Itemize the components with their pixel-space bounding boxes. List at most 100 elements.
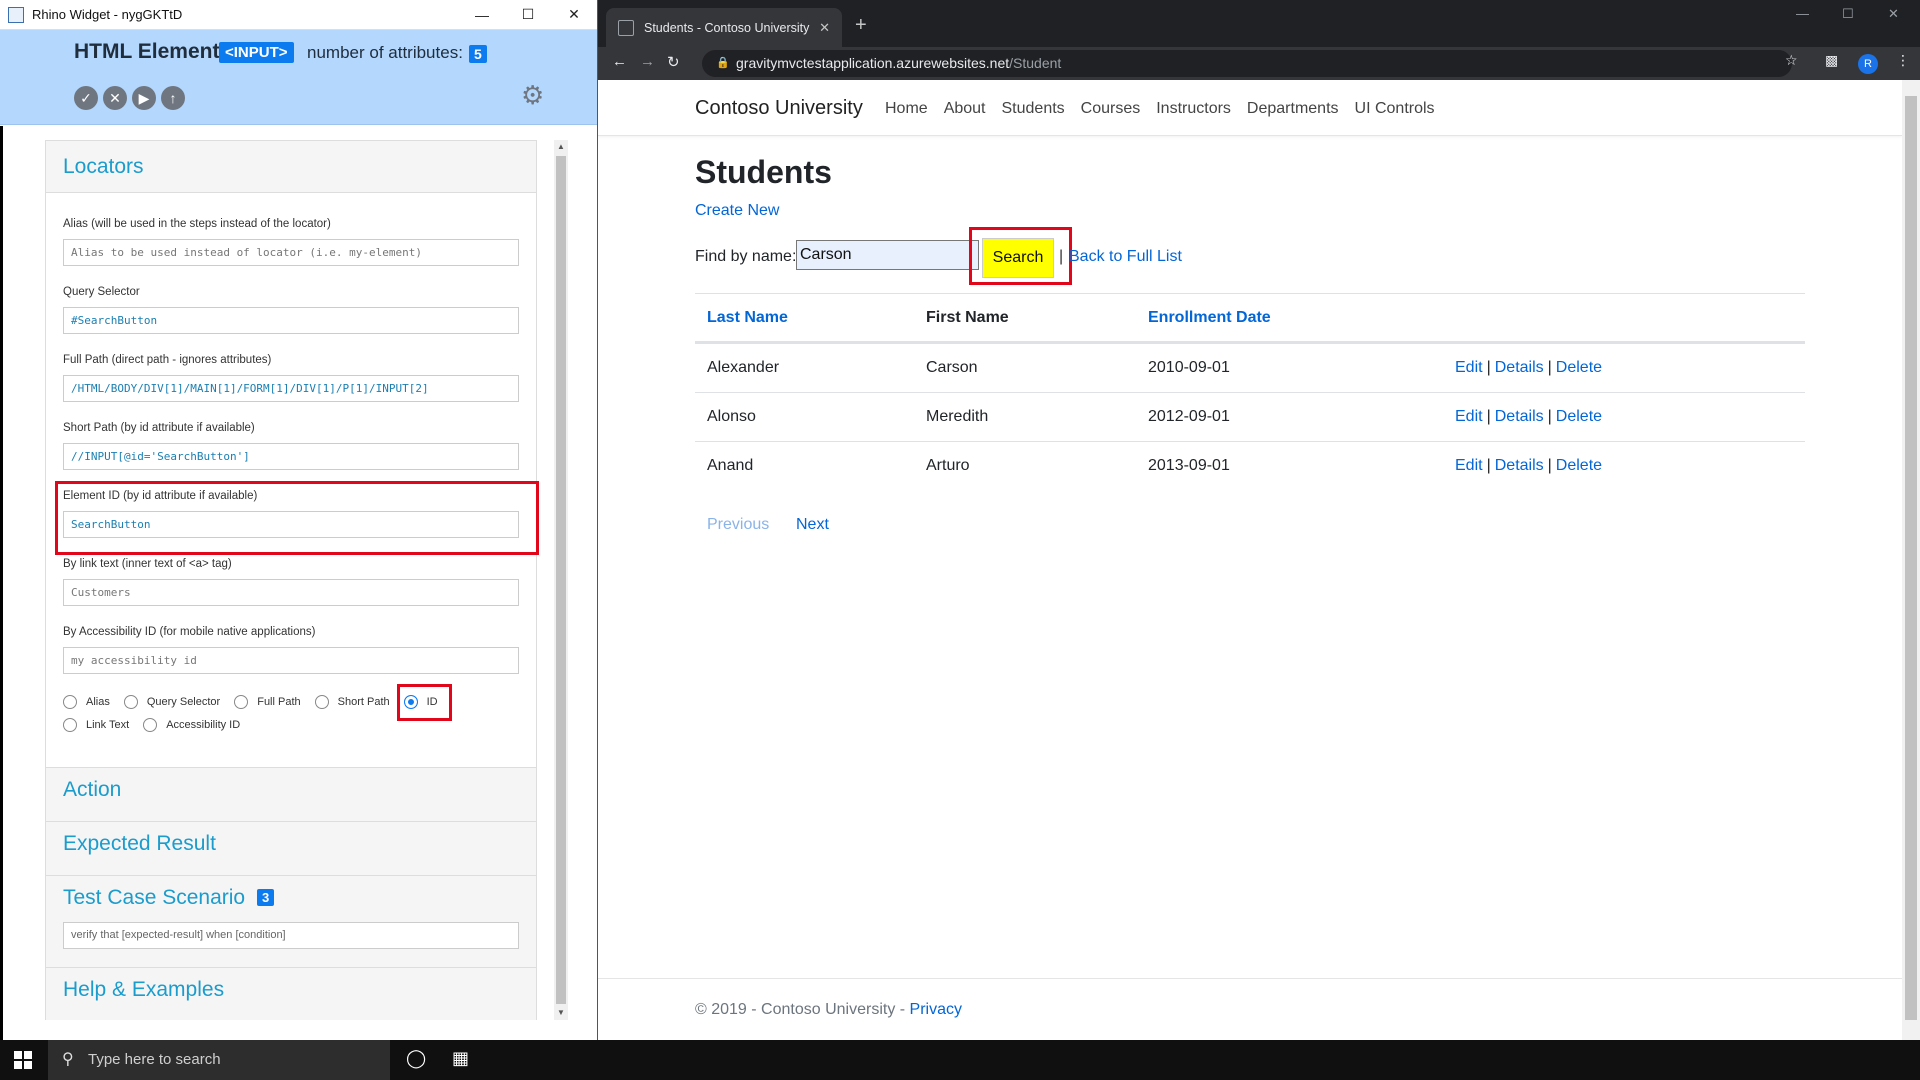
privacy-link[interactable]: Privacy [910,1001,962,1018]
browser-maximize-icon[interactable]: ☐ [1842,6,1854,22]
details-link[interactable]: Details [1495,359,1544,376]
back-icon[interactable]: ← [612,53,627,70]
tab-students[interactable]: Students - Contoso University ✕ [606,8,842,47]
edit-link[interactable]: Edit [1455,359,1483,376]
nav-departments[interactable]: Departments [1247,100,1339,118]
gears-icon[interactable]: ⚙ [521,80,544,111]
nav-courses[interactable]: Courses [1081,100,1141,118]
radio-query-selector[interactable]: Query Selector [123,695,220,709]
radio-short-path[interactable]: Short Path [314,695,390,709]
rhino-scrollbar[interactable]: ▲ ▼ [554,140,568,1020]
radio-full-path[interactable]: Full Path [234,695,301,709]
site-footer: © 2019 - Contoso University - Privacy [598,978,1902,1040]
close-window-icon[interactable]: ✕ [551,0,597,30]
radio-link-text[interactable]: Link Text [63,718,129,732]
query-selector-label: Query Selector [63,286,140,298]
page-scrollbar[interactable] [1902,80,1920,1040]
edit-link[interactable]: Edit [1455,457,1483,474]
alias-input[interactable]: Alias to be used instead of locator (i.e… [63,239,519,266]
reload-icon[interactable]: ↻ [667,53,680,71]
play-icon[interactable]: ▶ [132,86,156,110]
previous-page-link[interactable]: Previous [707,516,769,534]
delete-link[interactable]: Delete [1556,457,1602,474]
edit-link[interactable]: Edit [1455,408,1483,425]
upload-icon[interactable]: ↑ [161,86,185,110]
taskbar-search-placeholder: Type here to search [88,1051,221,1068]
expected-result-section[interactable]: Expected Result [46,821,536,875]
next-page-link[interactable]: Next [796,516,829,534]
scroll-thumb[interactable] [556,156,566,1004]
radio-alias[interactable]: Alias [63,695,110,709]
page-title: Students [695,154,832,190]
new-tab-icon[interactable]: + [855,14,867,37]
site-brand[interactable]: Contoso University [695,97,863,120]
radio-dot [234,695,249,709]
nav-about[interactable]: About [944,100,986,118]
browser-minimize-icon[interactable]: — [1796,6,1809,21]
pipe: | [1547,408,1552,425]
task-view-icon[interactable]: ▦ [452,1048,469,1069]
profile-avatar[interactable]: R [1858,54,1878,74]
radio-dot [63,695,77,709]
cortana-icon[interactable]: ◯ [406,1048,426,1069]
pipe: | [1547,457,1552,474]
scenario-input[interactable]: verify that [expected-result] when [cond… [63,922,519,949]
windows-start-icon[interactable] [14,1051,32,1069]
page-scroll-thumb[interactable] [1905,96,1917,1020]
check-icon[interactable]: ✓ [74,86,98,110]
delete-link[interactable]: Delete [1556,408,1602,425]
element-id-label: Element ID (by id attribute if available… [63,490,258,502]
search-string-input[interactable]: Carson [796,240,979,270]
full-path-input[interactable]: /HTML/BODY/DIV[1]/MAIN[1]/FORM[1]/DIV[1]… [63,375,519,402]
help-section[interactable]: Help & Examples [46,967,536,1020]
windows-taskbar: ⚲ Type here to search ◯ ▦ [0,1040,1920,1080]
element-id-input[interactable]: SearchButton [63,511,519,538]
browser-toolbar: ← → ↻ 🔒 gravitymvctestapplication.azurew… [598,47,1920,80]
close-icon[interactable]: ✕ [103,86,127,110]
pipe: | [1547,359,1552,376]
nav-students[interactable]: Students [1002,100,1065,118]
tab-close-icon[interactable]: ✕ [819,20,830,36]
action-section[interactable]: Action [46,767,536,821]
enrollment-date-header[interactable]: Enrollment Date [1148,309,1271,327]
students-table: Last Name First Name Enrollment Date Ale… [695,293,1805,490]
forward-icon[interactable]: → [640,53,655,70]
first-name-cell: Meredith [926,408,989,425]
lock-icon: 🔒 [716,57,730,69]
row-actions: Edit | Details | Delete [1455,359,1602,377]
accessibility-id-input[interactable]: my accessibility id [63,647,519,674]
taskbar-search-box[interactable]: ⚲ Type here to search [48,1040,390,1080]
alias-label: Alias (will be used in the steps instead… [63,218,331,230]
nav-home[interactable]: Home [885,100,928,118]
last-name-header[interactable]: Last Name [707,309,788,327]
extensions-icon[interactable]: ▩ [1825,52,1838,69]
test-case-scenario-section[interactable]: Test Case Scenario 3 verify that [expect… [46,875,536,967]
radio-dot [63,718,77,732]
query-selector-input[interactable]: #SearchButton [63,307,519,334]
footer-text: © 2019 - Contoso University - Privacy [695,1001,962,1019]
scroll-down-icon[interactable]: ▼ [554,1006,568,1020]
delete-link[interactable]: Delete [1556,359,1602,376]
tab-title: Students - Contoso University [644,20,810,35]
minimize-icon[interactable]: — [459,0,505,30]
address-bar[interactable]: 🔒 gravitymvctestapplication.azurewebsite… [702,50,1792,77]
details-link[interactable]: Details [1495,408,1544,425]
back-to-full-list-link[interactable]: Back to Full List [1069,248,1182,266]
nav-instructors[interactable]: Instructors [1156,100,1231,118]
nav-ui-controls[interactable]: UI Controls [1355,100,1435,118]
help-title: Help & Examples [63,978,225,1001]
menu-kebab-icon[interactable]: ⋮ [1896,52,1910,69]
create-new-link[interactable]: Create New [695,202,779,220]
scroll-up-icon[interactable]: ▲ [554,140,568,154]
radio-accessibility-id[interactable]: Accessibility ID [143,718,240,732]
browser-close-icon[interactable]: ✕ [1888,6,1899,22]
bookmark-star-icon[interactable]: ☆ [1785,52,1798,69]
short-path-input[interactable]: //INPUT[@id='SearchButton'] [63,443,519,470]
link-text-input[interactable]: Customers [63,579,519,606]
details-link[interactable]: Details [1495,457,1544,474]
search-button-highlight [969,227,1072,285]
enrollment-date-cell: 2012-09-01 [1148,408,1230,425]
maximize-icon[interactable]: ☐ [505,0,551,30]
locators-section-header[interactable]: Locators [46,141,536,193]
tab-strip: Students - Contoso University ✕ + — ☐ ✕ [598,0,1920,47]
